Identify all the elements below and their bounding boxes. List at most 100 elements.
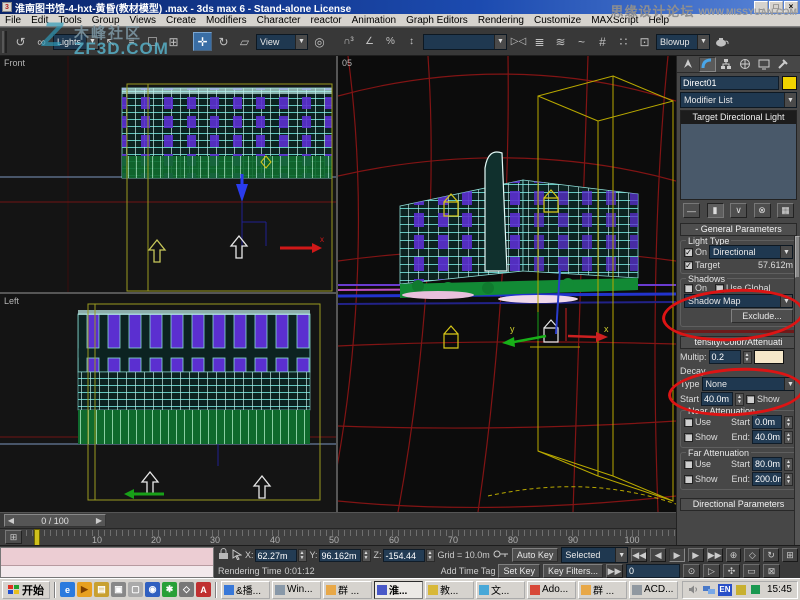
toolbar-drag-handle[interactable]: [2, 31, 7, 53]
near-use-checkbox[interactable]: [684, 418, 693, 427]
menu-rendering[interactable]: Rendering: [473, 14, 529, 27]
exclude-button[interactable]: Exclude...: [731, 309, 793, 323]
menu-help[interactable]: Help: [643, 14, 674, 27]
menu-create[interactable]: Create: [161, 14, 201, 27]
far-use-checkbox[interactable]: [684, 460, 693, 469]
light-type-dropdown[interactable]: Directional▼: [709, 245, 793, 259]
zoom-extents-icon[interactable]: ▷: [703, 564, 720, 578]
configure-modifier-sets-button[interactable]: ▦: [777, 203, 794, 218]
make-unique-button[interactable]: ∨: [730, 203, 747, 218]
time-slider-button[interactable]: ◀ 0 / 100 ▶: [4, 514, 106, 527]
next-frame-button[interactable]: ▶: [688, 548, 704, 562]
select-by-name-icon[interactable]: ≡: [122, 32, 141, 51]
motion-tab-icon[interactable]: [736, 57, 753, 72]
play-button[interactable]: ▶: [669, 548, 685, 562]
set-key-button[interactable]: Set Key: [498, 564, 540, 578]
decay-start-field[interactable]: 40.0m: [701, 392, 733, 406]
near-end-field[interactable]: 40.0m: [752, 430, 782, 444]
go-to-end-button[interactable]: ▶▶: [707, 548, 723, 562]
tray-app-icon[interactable]: [735, 584, 747, 596]
link-icon[interactable]: ∞: [32, 32, 51, 51]
schematic-view-icon[interactable]: #: [593, 32, 612, 51]
menu-file[interactable]: File: [0, 14, 26, 27]
y-spinner[interactable]: ▲▼: [362, 549, 371, 562]
align-icon[interactable]: ≣: [530, 32, 549, 51]
quick-render-teapot-icon[interactable]: [712, 32, 731, 51]
directional-parameters-rollout[interactable]: Directional Parameters: [680, 498, 797, 511]
track-bar[interactable]: ⊞ 10 20 30 40 50 60 70 80 90 100: [0, 528, 676, 545]
close-button[interactable]: ×: [784, 1, 798, 13]
key-filters-button[interactable]: Key Filters...: [543, 564, 603, 578]
viewport-camera-label[interactable]: 05: [342, 58, 352, 68]
arc-rotate-icon[interactable]: ↻: [763, 548, 779, 562]
box-icon[interactable]: ◇: [179, 582, 194, 597]
ie-icon[interactable]: e: [60, 582, 75, 597]
menu-tools[interactable]: Tools: [53, 14, 86, 27]
menu-animation[interactable]: Animation: [347, 14, 401, 27]
selection-lock-icon[interactable]: [218, 548, 229, 562]
field-of-view-icon[interactable]: ◇: [744, 548, 760, 562]
taskbar-task[interactable]: ACD...: [629, 581, 678, 599]
taskbar-task[interactable]: 群 ...: [323, 581, 372, 599]
layer-manager-icon[interactable]: ≋: [551, 32, 570, 51]
taskbar-task[interactable]: 教...: [425, 581, 474, 599]
time-configuration-icon[interactable]: ⊙: [683, 564, 700, 578]
zoom-region-icon[interactable]: ▭: [743, 564, 760, 578]
viewport-front[interactable]: Front: [0, 56, 336, 292]
mirror-icon[interactable]: ▷◁: [509, 32, 528, 51]
taskbar-task[interactable]: &播...: [221, 581, 270, 599]
maximize-viewport-icon[interactable]: ⊠: [763, 564, 780, 578]
key-mode-toggle-icon[interactable]: ▶▶: [606, 564, 623, 578]
rect-selection-region-icon[interactable]: ☐: [143, 32, 162, 51]
go-to-start-button[interactable]: ◀◀: [631, 548, 647, 562]
target-checkbox[interactable]: ✓: [684, 261, 693, 270]
frame-forward-arrow-icon[interactable]: ▶: [93, 516, 105, 525]
far-start-spinner[interactable]: ▲▼: [784, 458, 793, 471]
multiplier-spinner[interactable]: ▲▼: [743, 351, 752, 364]
time-slider-track[interactable]: ◀ 0 / 100 ▶: [0, 512, 676, 528]
near-show-checkbox[interactable]: [684, 433, 693, 442]
menu-graph-editors[interactable]: Graph Editors: [401, 14, 473, 27]
explorer-icon[interactable]: ▢: [128, 582, 143, 597]
taskbar-clock[interactable]: 15:45: [767, 584, 792, 595]
percent-snap-icon[interactable]: %: [381, 32, 400, 51]
selection-filter-dropdown[interactable]: Lights▼: [53, 34, 99, 50]
key-selection-dropdown[interactable]: Selected▼: [561, 547, 628, 563]
near-start-spinner[interactable]: ▲▼: [784, 416, 793, 429]
modifier-stack[interactable]: Target Directional Light: [680, 110, 797, 200]
menu-views[interactable]: Views: [125, 14, 162, 27]
time-playhead[interactable]: [34, 529, 40, 546]
taskbar-task[interactable]: 群 ...: [578, 581, 627, 599]
curve-editor-icon[interactable]: ~: [572, 32, 591, 51]
auto-key-button[interactable]: Auto Key: [512, 548, 559, 562]
stack-item[interactable]: Target Directional Light: [681, 111, 796, 124]
general-parameters-rollout[interactable]: - General Parameters: [680, 223, 797, 236]
green-app-icon[interactable]: ✱: [162, 582, 177, 597]
far-end-spinner[interactable]: ▲▼: [784, 473, 793, 486]
menu-group[interactable]: Group: [87, 14, 125, 27]
use-global-checkbox[interactable]: [715, 284, 724, 293]
undo-icon[interactable]: ↺: [11, 32, 30, 51]
y-coordinate-field[interactable]: 96.162m: [319, 549, 361, 562]
current-frame-field[interactable]: 0: [626, 564, 680, 578]
select-and-scale-icon[interactable]: ▱: [235, 32, 254, 51]
reference-coordinate-dropdown[interactable]: View▼: [256, 34, 308, 50]
create-tab-icon[interactable]: [680, 57, 697, 72]
menu-character[interactable]: Character: [252, 14, 306, 27]
menu-customize[interactable]: Customize: [529, 14, 586, 27]
maximize-button[interactable]: □: [769, 1, 783, 13]
spinner-snap-icon[interactable]: ↕: [402, 32, 421, 51]
shadow-type-dropdown[interactable]: Shadow Map▼: [684, 294, 793, 308]
frame-back-arrow-icon[interactable]: ◀: [5, 516, 17, 525]
near-end-spinner[interactable]: ▲▼: [784, 431, 793, 444]
taskbar-task[interactable]: Win...: [272, 581, 321, 599]
x-spinner[interactable]: ▲▼: [298, 549, 307, 562]
viewport-front-label[interactable]: Front: [4, 58, 25, 68]
select-object-icon[interactable]: ↖: [101, 32, 120, 51]
modify-tab-icon[interactable]: [699, 57, 716, 72]
far-end-field[interactable]: 200.0m: [752, 472, 782, 486]
mini-curve-editor-button[interactable]: ⊞: [5, 530, 22, 544]
taskbar-task[interactable]: 文...: [476, 581, 525, 599]
maxscript-mini-listener[interactable]: [0, 547, 214, 578]
start-button[interactable]: 开始: [2, 581, 50, 599]
